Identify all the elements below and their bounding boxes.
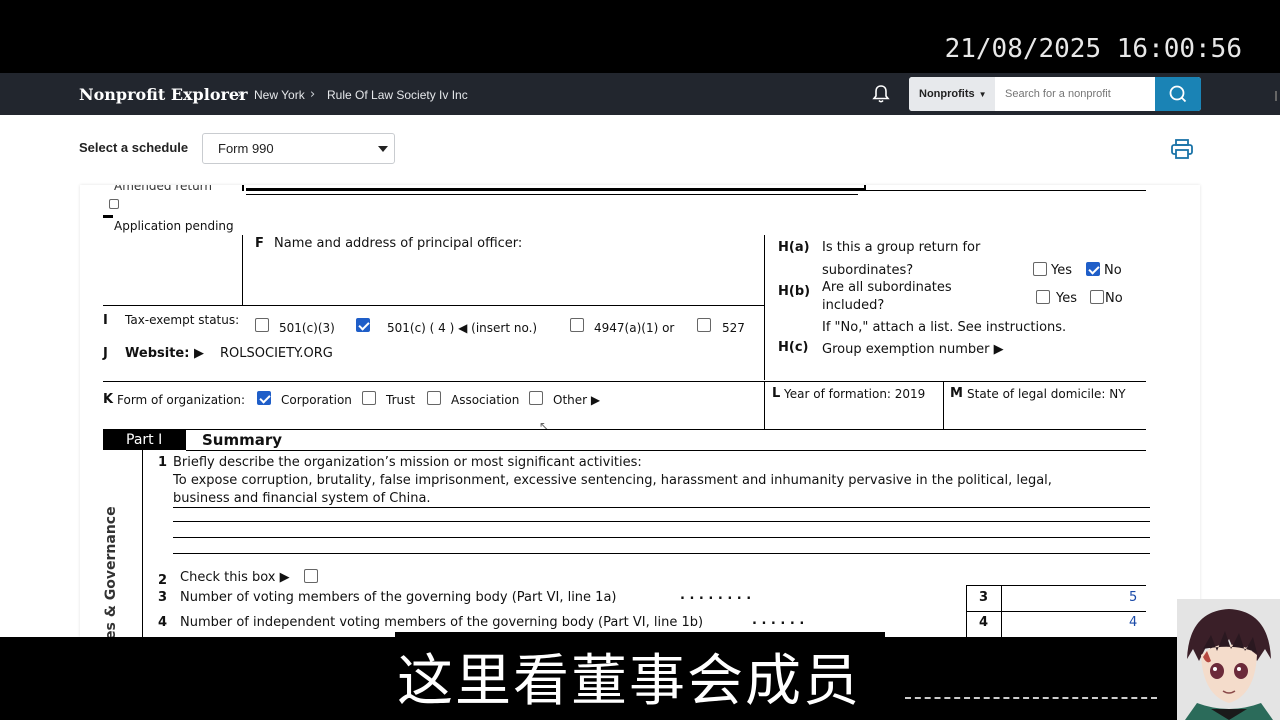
line-k-letter: K bbox=[103, 392, 114, 407]
line-2-number: 2 bbox=[158, 573, 168, 588]
org-corporation-label: Corporation bbox=[281, 393, 352, 407]
subtitle-dots bbox=[905, 694, 1157, 699]
h-b-question-cont: included? bbox=[822, 298, 885, 313]
org-other-label: Other ▶ bbox=[553, 393, 601, 407]
h-a-yes-label: Yes bbox=[1051, 263, 1072, 278]
chevron-down-icon bbox=[378, 146, 388, 152]
line-3-text: Number of voting members of the governin… bbox=[180, 590, 617, 605]
h-b-yes-checkbox[interactable] bbox=[1036, 290, 1050, 304]
application-pending-checkbox[interactable] bbox=[109, 199, 119, 209]
breadcrumb-state[interactable]: New York bbox=[254, 88, 305, 102]
search-icon bbox=[1169, 85, 1187, 103]
h-b-question: Are all subordinates bbox=[822, 280, 952, 295]
notification-bell-icon[interactable] bbox=[872, 84, 890, 104]
form-990-document: Amended return Application pending F Nam… bbox=[80, 185, 1200, 637]
line-3-dots: . . . . . . . . bbox=[680, 588, 752, 603]
h-b-no-label: No bbox=[1105, 291, 1123, 306]
search-bar: Nonprofits ▼ bbox=[909, 77, 1201, 111]
search-button[interactable] bbox=[1155, 77, 1201, 111]
breadcrumb-separator-icon: › bbox=[237, 87, 243, 102]
part-title: Summary bbox=[202, 431, 283, 449]
org-trust-checkbox[interactable] bbox=[362, 391, 376, 405]
h-a-no-checkbox[interactable] bbox=[1086, 262, 1100, 276]
status-527-checkbox[interactable] bbox=[697, 318, 711, 332]
application-pending-label: Application pending bbox=[114, 219, 234, 233]
schedule-label: Select a schedule bbox=[79, 140, 189, 155]
line-3-value: 5 bbox=[1129, 590, 1138, 605]
line-4-box-number: 4 bbox=[979, 615, 989, 630]
breadcrumb-separator-icon: › bbox=[310, 87, 316, 102]
line-m-letter: M bbox=[950, 386, 963, 401]
line-l-letter: L bbox=[772, 386, 781, 401]
search-category-label: Nonprofits bbox=[919, 88, 975, 100]
org-association-label: Association bbox=[451, 393, 520, 407]
org-trust-label: Trust bbox=[386, 393, 416, 407]
amended-return-label: Amended return bbox=[114, 185, 213, 193]
brand-logo[interactable]: Nonprofit Explorer bbox=[79, 85, 248, 104]
line-2-checkbox[interactable] bbox=[304, 569, 318, 583]
h-a-yes-checkbox[interactable] bbox=[1033, 262, 1047, 276]
h-a-code: H(a) bbox=[778, 240, 810, 255]
mouse-cursor-icon: ↖ bbox=[539, 419, 550, 433]
line-4-dots: . . . . . . bbox=[752, 613, 805, 628]
website-value: ROLSOCIETY.ORG bbox=[220, 346, 333, 361]
h-c-code: H(c) bbox=[778, 340, 809, 355]
principal-officer-label: Name and address of principal officer: bbox=[274, 236, 523, 251]
line-1-number: 1 bbox=[158, 455, 168, 470]
line-2-label: Check this box ▶ bbox=[180, 570, 290, 585]
website-label: Website: ▶ bbox=[125, 346, 204, 361]
search-input[interactable] bbox=[995, 77, 1155, 111]
schedule-select[interactable]: Form 990 bbox=[202, 133, 395, 164]
h-b-no-checkbox[interactable] bbox=[1090, 290, 1104, 304]
status-501c-checkbox[interactable] bbox=[356, 318, 370, 332]
scroll-indicator bbox=[1275, 91, 1277, 101]
search-category-dropdown[interactable]: Nonprofits ▼ bbox=[909, 77, 995, 111]
line-f-letter: F bbox=[255, 236, 264, 251]
line-4-value: 4 bbox=[1129, 615, 1138, 630]
h-b-note: If "No," attach a list. See instructions… bbox=[822, 320, 1067, 335]
state-of-domicile: State of legal domicile: NY bbox=[967, 387, 1126, 401]
org-other-checkbox[interactable] bbox=[529, 391, 543, 405]
line-i-letter: I bbox=[103, 313, 108, 328]
h-b-yes-label: Yes bbox=[1056, 291, 1077, 306]
status-501c-label: 501(c) ( 4 ) ◀ (insert no.) bbox=[387, 321, 538, 335]
status-501c3-checkbox[interactable] bbox=[255, 318, 269, 332]
status-4947-checkbox[interactable] bbox=[570, 318, 584, 332]
line-4-text: Number of independent voting members of … bbox=[180, 615, 704, 630]
year-of-formation: Year of formation: 2019 bbox=[784, 387, 926, 401]
chevron-down-icon: ▼ bbox=[978, 90, 987, 99]
status-527-label: 527 bbox=[722, 321, 745, 335]
group-exemption-label: Group exemption number ▶ bbox=[822, 342, 1004, 357]
mission-text-line-2: business and financial system of China. bbox=[173, 491, 431, 506]
h-a-question: Is this a group return for bbox=[822, 240, 981, 255]
video-subtitle: 这里看董事会成员 bbox=[397, 649, 861, 714]
breadcrumb-organization[interactable]: Rule Of Law Society Iv Inc bbox=[327, 88, 468, 102]
status-501c3-label: 501(c)(3) bbox=[279, 321, 335, 335]
status-4947-label: 4947(a)(1) or bbox=[594, 321, 675, 335]
h-b-code: H(b) bbox=[778, 284, 811, 299]
line-3-number: 3 bbox=[158, 590, 168, 605]
line-4-number: 4 bbox=[158, 615, 168, 630]
anime-avatar bbox=[1177, 599, 1280, 720]
org-corporation-checkbox[interactable] bbox=[257, 391, 271, 405]
line-3-box-number: 3 bbox=[979, 590, 989, 605]
part-label: Part I bbox=[126, 432, 163, 448]
tax-exempt-status-label: Tax-exempt status: bbox=[125, 313, 240, 327]
h-a-question-cont: subordinates? bbox=[822, 263, 914, 278]
org-association-checkbox[interactable] bbox=[427, 391, 441, 405]
form-of-organization-label: Form of organization: bbox=[117, 393, 246, 407]
side-section-label: es & Governance bbox=[103, 506, 119, 637]
print-icon[interactable] bbox=[1171, 139, 1193, 159]
timestamp-overlay: 21/08/2025 16:00:56 bbox=[944, 34, 1242, 64]
mission-text-line-1: To expose corruption, brutality, false i… bbox=[173, 473, 1052, 488]
line-1-question: Briefly describe the organization’s miss… bbox=[173, 455, 642, 470]
line-j-letter: J bbox=[103, 346, 108, 361]
h-a-no-label: No bbox=[1104, 263, 1122, 278]
